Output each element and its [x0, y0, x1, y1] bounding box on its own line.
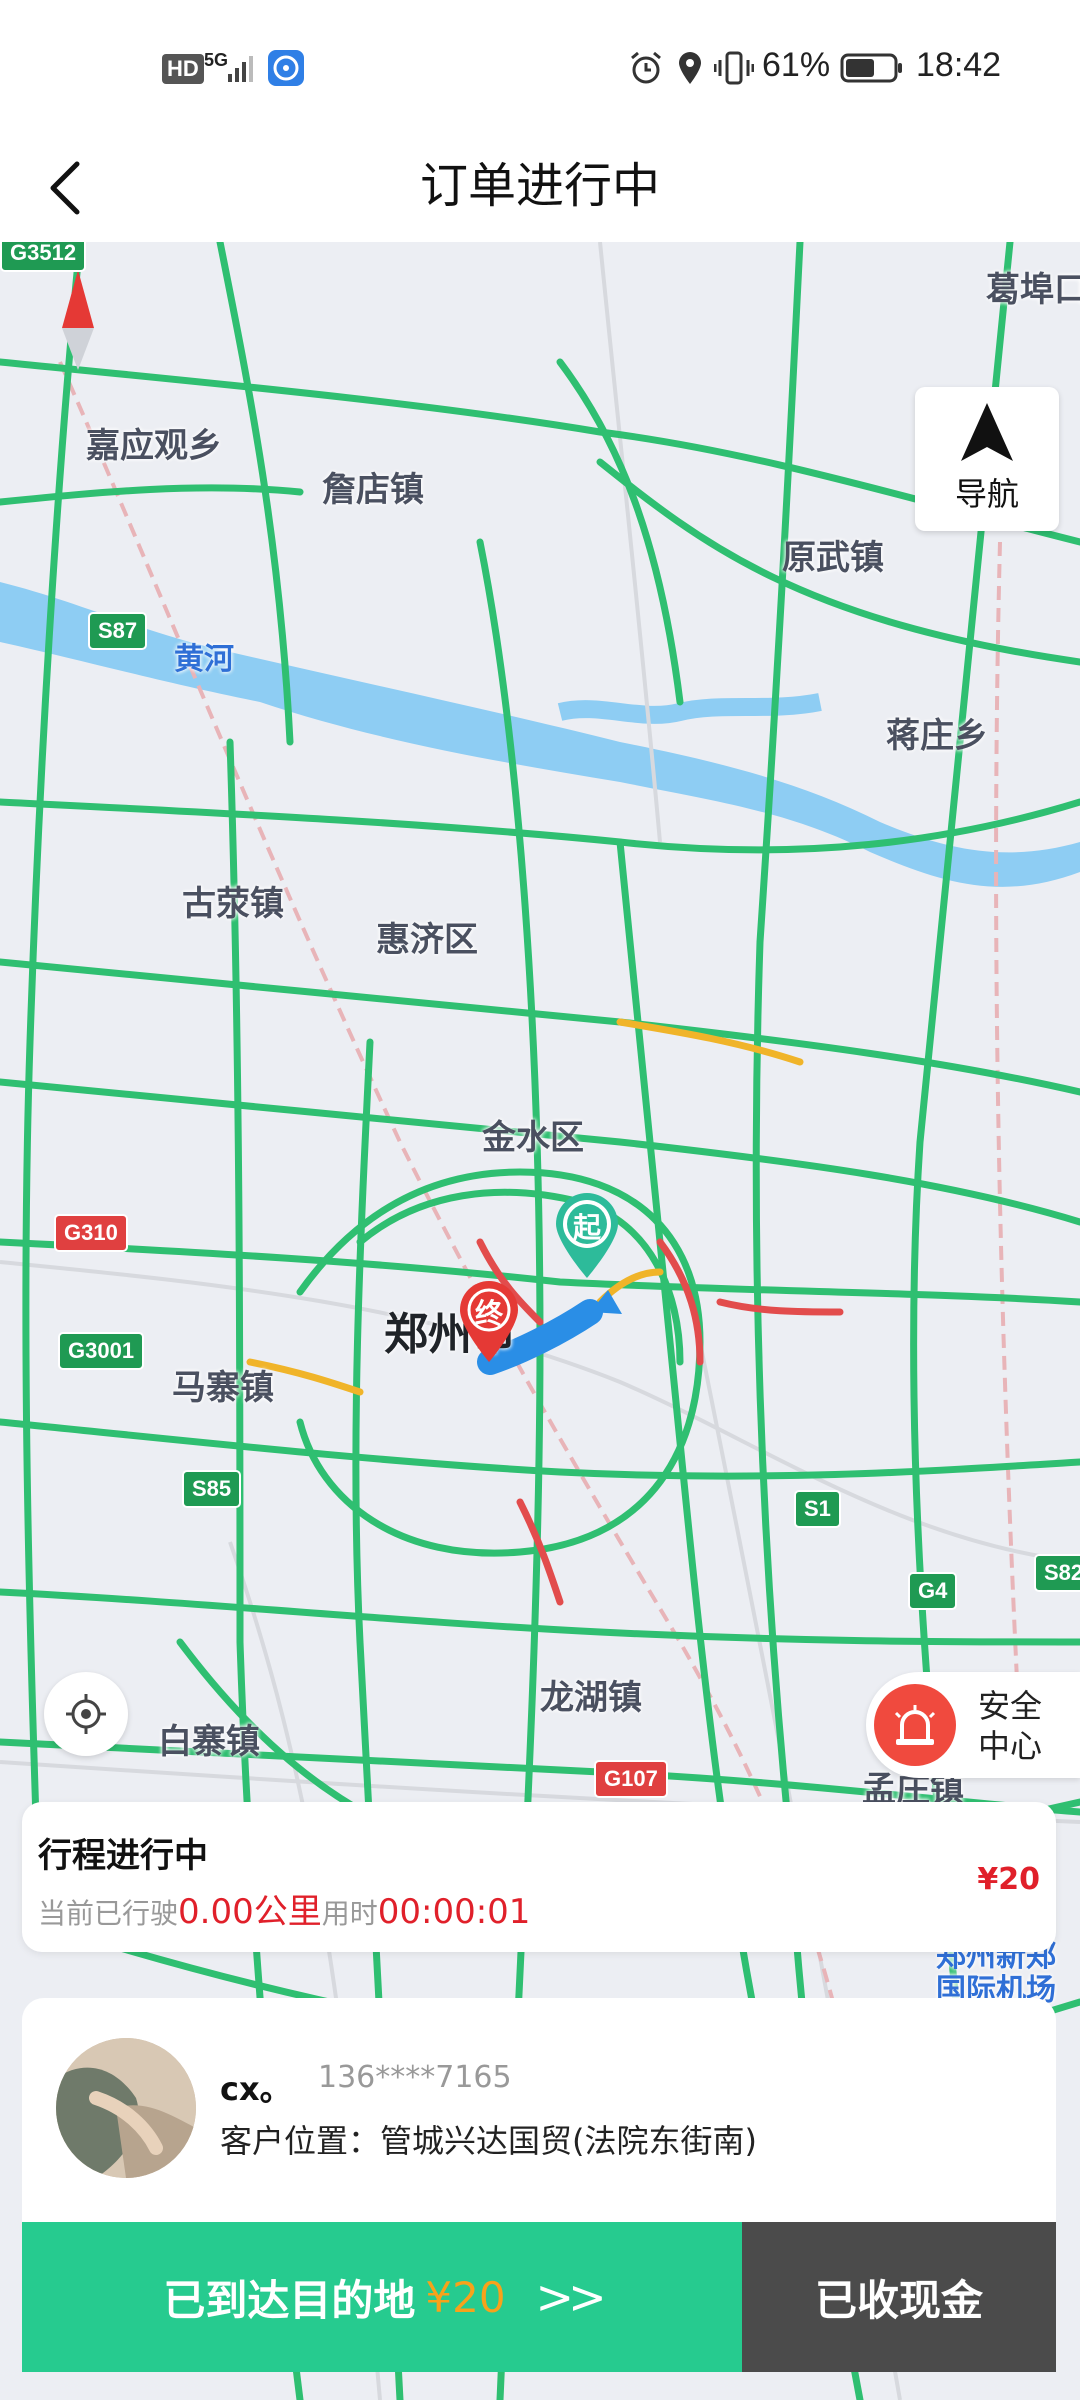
map-label: 龙湖镇: [540, 1678, 642, 1718]
road-shield: S82: [1034, 1554, 1080, 1592]
trip-status-title: 行程进行中: [38, 1836, 208, 1876]
arrived-label: 已到达目的地: [163, 2275, 416, 2325]
locate-button[interactable]: [44, 1672, 128, 1756]
road-shield: G310: [54, 1214, 128, 1252]
start-marker-label: 起: [572, 1211, 601, 1244]
navigation-label: 导航: [954, 475, 1019, 513]
map-label-river: 黄河: [174, 642, 234, 677]
map-label: 金水区: [482, 1118, 584, 1158]
battery-icon: [840, 53, 902, 83]
river-branch: [557, 693, 822, 724]
arrived-price: ¥20: [425, 2272, 506, 2322]
end-marker: 终: [456, 1278, 522, 1364]
elapsed-time: 00:00:01: [377, 1892, 531, 1932]
chevron-left-icon: [50, 161, 80, 215]
signal-icon: [228, 56, 253, 82]
header-bar: 订单进行中: [0, 136, 1080, 242]
road-shield: G3512: [0, 242, 87, 272]
map-label: 蒋庄乡: [886, 716, 988, 756]
page-title: 订单进行中: [419, 158, 660, 214]
trip-progress-line: 当前已行驶0.00公里用时00:00:01: [38, 1884, 530, 1933]
distance-value: 0.00公里: [178, 1892, 322, 1932]
avatar: [56, 2038, 196, 2178]
safety-center-button[interactable]: 安全中心: [866, 1672, 1080, 1778]
end-marker-label: 终: [474, 1297, 503, 1330]
customer-location: 客户位置：管城兴达国贸(法院东街南): [220, 2122, 757, 2160]
customer-card: cx。 136****7165 客户位置：管城兴达国贸(法院东街南): [22, 1998, 1056, 2222]
vibrate-icon: [714, 51, 754, 85]
road-shield: G107: [594, 1760, 668, 1798]
map-label: 古荥镇: [182, 884, 284, 924]
distance-prefix: 当前已行驶: [38, 1897, 179, 1930]
trip-status-card: 行程进行中 当前已行驶0.00公里用时00:00:01 ¥20: [22, 1802, 1056, 1952]
arrived-destination-button[interactable]: 已到达目的地 ¥20 >>: [22, 2222, 742, 2372]
safety-center-label: 安全中心: [978, 1687, 1043, 1765]
app-notification-icon: [268, 50, 304, 86]
customer-name: cx。: [220, 2070, 292, 2108]
clock: 18:42: [916, 46, 1002, 84]
cash-received-button[interactable]: 已收现金: [742, 2222, 1056, 2372]
cash-received-label: 已收现金: [814, 2275, 983, 2325]
status-bar: HD 5G 61% 18:42: [0, 0, 1080, 136]
map-label: 原武镇: [782, 538, 884, 578]
elapsed-prefix: 用时: [321, 1897, 378, 1930]
road-shield: G4: [908, 1572, 958, 1610]
hd-badge: HD: [162, 54, 204, 84]
traffic-segments: [246, 1018, 844, 1606]
battery-percent: 61%: [762, 46, 831, 84]
locate-icon: [66, 1694, 106, 1734]
map-label: 詹店镇: [322, 470, 424, 510]
map-label: 白寨镇: [158, 1722, 260, 1762]
alarm-icon: [631, 51, 661, 84]
map-label: 惠济区: [376, 920, 478, 960]
road-shield: S85: [182, 1470, 242, 1508]
map-label: 葛埠口: [986, 270, 1080, 310]
map-label: 马寨镇: [172, 1368, 274, 1408]
map-label: 嘉应观乡: [86, 426, 222, 466]
back-button[interactable]: [30, 148, 100, 228]
location-icon: [679, 52, 701, 84]
navigation-button[interactable]: 导航: [915, 387, 1059, 531]
double-chevron-right-icon: >>: [535, 2270, 607, 2324]
road-shield: S87: [88, 612, 148, 650]
start-marker: 起: [552, 1190, 622, 1280]
road-shield: G3001: [58, 1332, 145, 1370]
road-shield: S1: [794, 1490, 841, 1528]
navigation-arrow-icon: [961, 403, 1013, 461]
network-type: 5G: [204, 50, 229, 70]
customer-phone[interactable]: 136****7165: [318, 2060, 512, 2095]
alarm-light-icon: [874, 1684, 956, 1766]
trip-price: ¥20: [977, 1862, 1040, 1897]
